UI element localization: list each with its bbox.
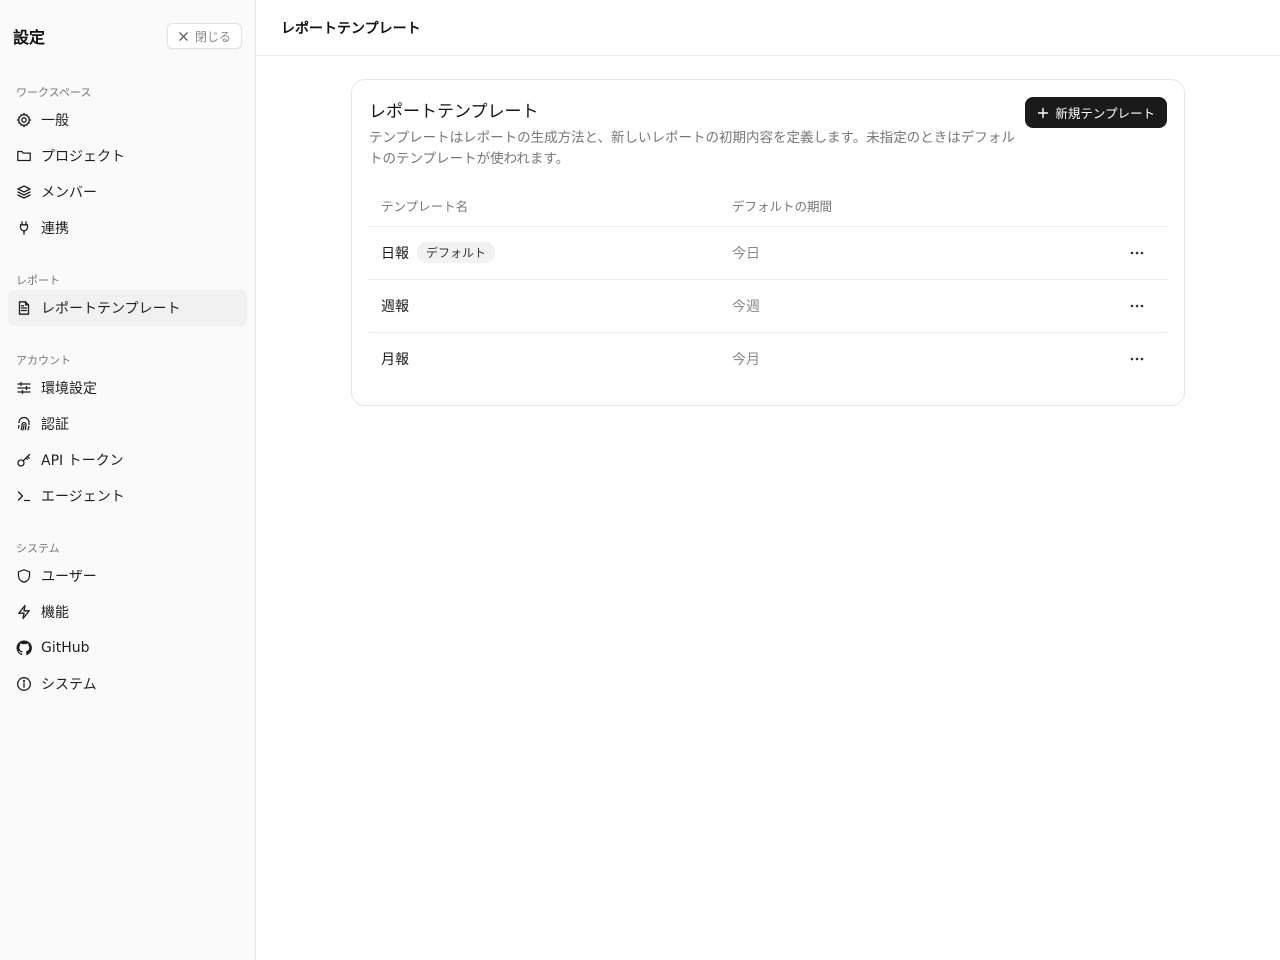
sidebar-item-folder[interactable]: プロジェクト: [8, 138, 247, 174]
close-button[interactable]: 閉じる: [166, 23, 242, 49]
sidebar-item-label: 認証: [41, 417, 69, 433]
sidebar-item-file-text[interactable]: レポートテンプレート: [8, 290, 247, 326]
template-name: 週報: [381, 298, 409, 315]
sidebar-item-github[interactable]: GitHub: [8, 630, 247, 666]
more-horizontal-icon: [1129, 245, 1145, 261]
sidebar-item-label: ユーザー: [41, 569, 97, 585]
sidebar-item-plug[interactable]: 連携: [8, 210, 247, 246]
settings-sidebar: 設定 閉じる ワークスペース 一般プロジェクト メンバー連携レポートレポートテンプレ…: [0, 0, 256, 960]
row-more-button[interactable]: [1125, 347, 1149, 371]
sidebar-header: 設定 閉じる: [0, 0, 255, 72]
sidebar-item-label: 環境設定: [41, 381, 97, 397]
gear-icon: [16, 112, 32, 128]
main-content: レポートテンプレート レポートテンプレート テンプレートはレポートの生成方法と、…: [256, 0, 1280, 960]
nav-section-label: ワークスペース: [16, 86, 92, 99]
nav-section: アカウント環境設定認証 API トークン エージェント: [0, 340, 255, 514]
github-icon: [16, 640, 32, 656]
plug-icon: [16, 220, 32, 236]
new-template-button[interactable]: 新規テンプレート: [1025, 97, 1167, 128]
nav-section: レポートレポートテンプレート: [0, 260, 255, 326]
card-title: レポートテンプレート: [369, 102, 539, 122]
sidebar-item-zap[interactable]: 機能: [8, 594, 247, 630]
nav-section-label: レポート: [16, 274, 60, 287]
shield-icon: [16, 568, 32, 584]
sidebar-item-label: API トークン: [41, 453, 124, 469]
nav-section: システム ユーザー 機能 GitHub システム: [0, 528, 255, 702]
column-header-name: テンプレート名: [369, 186, 720, 227]
column-header-actions: [1107, 186, 1167, 227]
row-more-button[interactable]: [1125, 241, 1149, 265]
templates-table: テンプレート名 デフォルトの期間 日報 デフォルト 今日週報 今週月報 今月: [369, 186, 1167, 385]
sidebar-item-label: 一般: [41, 113, 69, 129]
sidebar-item-terminal[interactable]: エージェント: [8, 478, 247, 514]
page-title: レポートテンプレート: [256, 0, 1280, 56]
sidebar-item-label: GitHub: [41, 640, 90, 656]
sidebar-item-label: 連携: [41, 221, 69, 237]
template-period: 今月: [732, 351, 760, 368]
template-name: 日報: [381, 245, 409, 262]
sliders-icon: [16, 380, 32, 396]
fingerprint-icon: [16, 416, 32, 432]
new-template-label: 新規テンプレート: [1055, 106, 1155, 121]
sidebar-item-layers[interactable]: メンバー: [8, 174, 247, 210]
sidebar-item-shield[interactable]: ユーザー: [8, 558, 247, 594]
sidebar-item-key[interactable]: API トークン: [8, 442, 247, 478]
table-row[interactable]: 月報 今月: [369, 332, 1167, 385]
sidebar-item-label: システム: [41, 677, 97, 693]
template-name: 月報: [381, 351, 409, 368]
layers-icon: [16, 184, 32, 200]
terminal-icon: [16, 488, 32, 504]
file-text-icon: [16, 300, 32, 316]
table-row[interactable]: 日報 デフォルト 今日: [369, 226, 1167, 280]
sidebar-item-label: レポートテンプレート: [41, 301, 181, 317]
sidebar-title: 設定: [13, 28, 46, 47]
sidebar-item-info[interactable]: システム: [8, 666, 247, 702]
sidebar-item-label: プロジェクト: [41, 149, 125, 165]
column-header-period: デフォルトの期間: [720, 186, 1107, 227]
sidebar-item-label: エージェント: [41, 489, 125, 505]
table-row[interactable]: 週報 今週: [369, 279, 1167, 333]
sidebar-item-sliders[interactable]: 環境設定: [8, 370, 247, 406]
info-icon: [16, 676, 32, 692]
nav-section-label: システム: [16, 542, 60, 555]
key-icon: [16, 452, 32, 468]
report-templates-card: レポートテンプレート テンプレートはレポートの生成方法と、新しいレポートの初期内…: [351, 79, 1185, 406]
sidebar-item-fingerprint[interactable]: 認証: [8, 406, 247, 442]
row-more-button[interactable]: [1125, 294, 1149, 318]
close-button-label: 閉じる: [194, 29, 231, 44]
card-description: テンプレートはレポートの生成方法と、新しいレポートの初期内容を定義します。未指定…: [369, 130, 1015, 167]
sidebar-item-gear[interactable]: 一般: [8, 102, 247, 138]
folder-icon: [16, 148, 32, 164]
sidebar-item-label: メンバー: [41, 185, 97, 201]
nav-section: ワークスペース 一般プロジェクト メンバー連携: [0, 72, 255, 246]
default-badge: デフォルト: [417, 242, 496, 263]
sidebar-item-label: 機能: [41, 605, 69, 621]
plus-icon: [1037, 107, 1049, 119]
template-period: 今週: [720, 279, 1107, 333]
zap-icon: [16, 604, 32, 620]
nav-section-label: アカウント: [16, 354, 71, 367]
template-period: 今日: [720, 226, 1107, 280]
sidebar-nav: ワークスペース 一般プロジェクト メンバー連携レポートレポートテンプレートアカウント…: [0, 72, 255, 702]
close-icon: [178, 31, 189, 42]
more-horizontal-icon: [1129, 351, 1145, 367]
more-horizontal-icon: [1129, 298, 1145, 314]
